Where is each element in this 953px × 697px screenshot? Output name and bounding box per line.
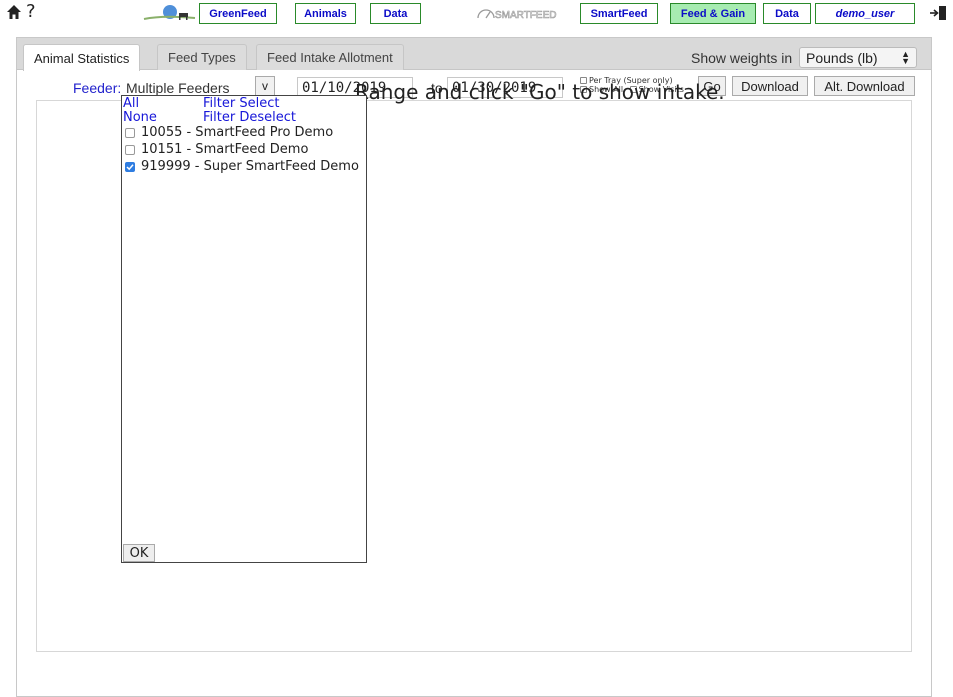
- smartfeed-logo-text: SMARTFEED: [495, 10, 557, 21]
- select-none-link[interactable]: None: [123, 110, 157, 125]
- feeder-option-label: 919999 - Super SmartFeed Demo: [141, 159, 359, 174]
- nav-animals[interactable]: Animals: [295, 3, 356, 24]
- intake-message: Range and click "Go" to show intake.: [355, 80, 725, 104]
- weights-label: Show weights in: [691, 50, 793, 66]
- logout-icon[interactable]: [929, 5, 947, 21]
- ok-button[interactable]: OK: [123, 544, 155, 562]
- feeder-option-checkbox[interactable]: [125, 144, 135, 155]
- select-all-link[interactable]: All: [123, 96, 139, 111]
- feeder-dropdown-toggle[interactable]: v: [255, 76, 275, 96]
- checkmark-icon: [126, 163, 134, 170]
- tab-bar: Animal Statistics Feed Types Feed Intake…: [17, 38, 931, 71]
- weights-select-value: Pounds (lb): [806, 49, 878, 66]
- feeder-option[interactable]: 10055 - SmartFeed Pro Demo: [125, 125, 333, 140]
- smartfeed-logo: SMARTFEED: [477, 9, 557, 21]
- alt-download-button[interactable]: Alt. Download: [814, 76, 915, 96]
- nav-smartfeed[interactable]: SmartFeed: [580, 3, 658, 24]
- filter-select-link[interactable]: Filter Select: [203, 96, 279, 111]
- feeder-option-checkbox[interactable]: [125, 127, 135, 138]
- tab-feed-intake-allotment[interactable]: Feed Intake Allotment: [256, 44, 404, 70]
- filter-deselect-link[interactable]: Filter Deselect: [203, 110, 296, 125]
- nav-feed-and-gain[interactable]: Feed & Gain: [670, 3, 756, 24]
- feeder-option[interactable]: 10151 - SmartFeed Demo: [125, 142, 308, 157]
- tab-animal-statistics[interactable]: Animal Statistics: [23, 44, 141, 71]
- nav-data-smartfeed[interactable]: Data: [763, 3, 811, 24]
- feeder-option-checkbox[interactable]: [125, 161, 135, 172]
- feeder-option-label: 10151 - SmartFeed Demo: [141, 142, 309, 157]
- feeder-label: Feeder:: [73, 80, 122, 96]
- download-button[interactable]: Download: [732, 76, 808, 96]
- nav-user[interactable]: demo_user: [815, 3, 915, 24]
- feeder-dropdown: All Filter Select None Filter Deselect 1…: [121, 95, 367, 563]
- nav-greenfeed[interactable]: GreenFeed: [199, 3, 277, 24]
- select-arrows-icon: ▲ ▼: [901, 49, 910, 66]
- tab-feed-types[interactable]: Feed Types: [157, 44, 247, 70]
- weights-select[interactable]: Pounds (lb) ▲ ▼: [799, 47, 917, 68]
- home-icon[interactable]: [6, 4, 22, 20]
- greenfeed-logo: [143, 5, 196, 20]
- nav-data-greenfeed[interactable]: Data: [370, 3, 421, 24]
- feeder-option-label: 10055 - SmartFeed Pro Demo: [141, 125, 334, 140]
- feeder-option[interactable]: 919999 - Super SmartFeed Demo: [125, 159, 359, 174]
- top-navigation: ? GreenFeed Animals Data SMARTFEED Smart…: [0, 0, 953, 28]
- help-icon[interactable]: ?: [26, 1, 36, 22]
